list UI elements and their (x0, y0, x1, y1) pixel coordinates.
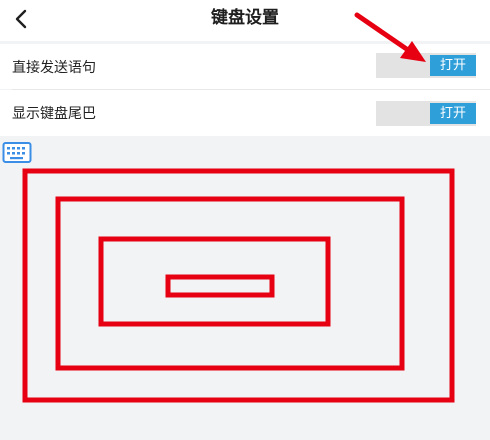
red-arrow-icon (354, 12, 426, 62)
innermost-rectangle (165, 274, 275, 298)
inner-rectangle (98, 236, 331, 327)
middle-rectangle (55, 196, 405, 371)
